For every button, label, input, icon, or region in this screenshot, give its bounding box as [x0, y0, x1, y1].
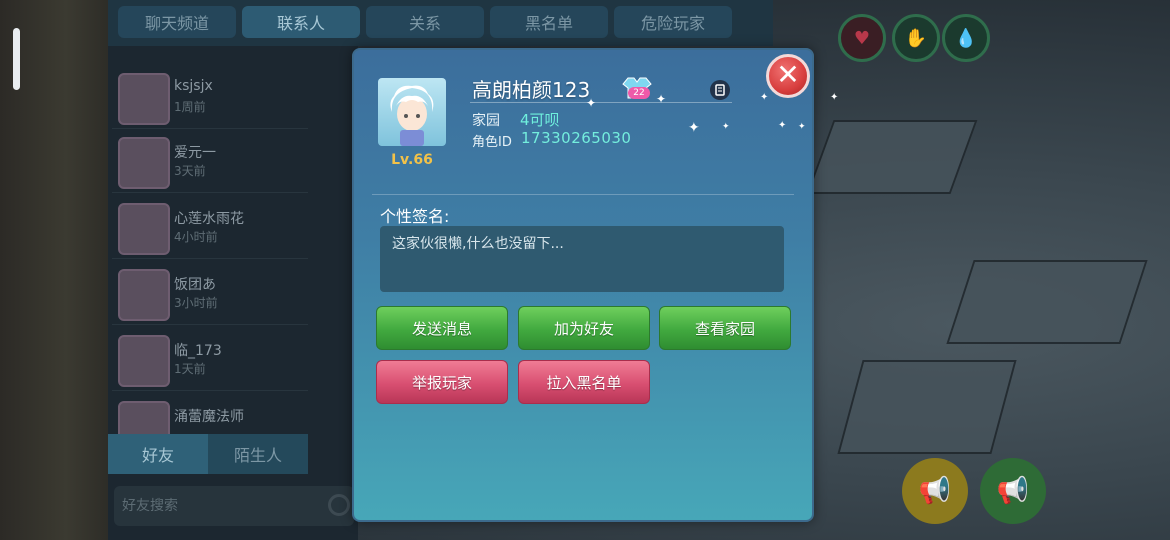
contact-item[interactable]: 饭团あ 3小时前: [112, 262, 308, 325]
heart-icon[interactable]: ♥: [838, 14, 886, 62]
contact-last-seen: 4小时前: [174, 230, 218, 244]
close-icon[interactable]: ✕: [766, 54, 810, 98]
tab-friends[interactable]: 好友: [108, 434, 208, 474]
contact-item[interactable]: 临_173 1天前: [112, 328, 308, 391]
contact-name: 涌蕾魔法师: [174, 409, 244, 425]
avatar: [118, 203, 170, 255]
sparkle-icon: ✦: [688, 120, 700, 136]
megaphone-icon[interactable]: 📢: [902, 458, 968, 524]
contact-last-seen: 1天前: [174, 362, 206, 376]
blacklist-button[interactable]: 拉入黑名单: [518, 360, 650, 404]
tab-strangers[interactable]: 陌生人: [208, 434, 308, 474]
player-level: Lv.66: [391, 152, 433, 168]
add-friend-button[interactable]: 加为好友: [518, 306, 650, 350]
contact-last-seen: 3小时前: [174, 296, 218, 310]
contact-item[interactable]: 爱元一 3天前: [112, 130, 308, 193]
avatar: [118, 137, 170, 189]
home-label: 家园: [472, 113, 500, 129]
friend-type-tabs: 好友 陌生人: [108, 434, 308, 474]
sparkle-icon: ✦: [760, 92, 769, 103]
floor-plate: [806, 120, 978, 194]
avatar: [118, 269, 170, 321]
tab-contacts[interactable]: 联系人: [242, 6, 360, 38]
contact-name: ksjsjx: [174, 78, 213, 94]
contact-name: 爱元一: [174, 145, 216, 161]
avatar: [118, 73, 170, 125]
search-icon[interactable]: [328, 494, 350, 516]
sparkle-icon: ✦: [798, 122, 806, 132]
section-divider: [372, 194, 794, 195]
signature-text: 这家伙很懒,什么也没留下...: [380, 226, 784, 292]
signature-title: 个性签名:: [380, 207, 450, 226]
contact-item[interactable]: 涌蕾魔法师: [112, 394, 308, 435]
view-home-button[interactable]: 查看家园: [659, 306, 791, 350]
vip-level-badge: 22: [628, 87, 650, 99]
drawer-pull-handle[interactable]: [13, 28, 20, 90]
copy-icon[interactable]: [710, 80, 730, 100]
tab-blacklist[interactable]: 黑名单: [490, 6, 608, 38]
avatar: [118, 335, 170, 387]
avatar[interactable]: [378, 78, 446, 146]
friend-search-input[interactable]: 好友搜索: [114, 486, 354, 526]
water-drop-icon[interactable]: 💧: [942, 14, 990, 62]
contact-item[interactable]: ksjsjx 1周前: [112, 66, 308, 129]
floor-plate: [837, 360, 1017, 454]
tab-relations[interactable]: 关系: [366, 6, 484, 38]
contact-last-seen: 3天前: [174, 164, 206, 178]
home-name: 4可呗: [520, 111, 560, 129]
hand-icon[interactable]: ✋: [892, 14, 940, 62]
social-top-tabs: 聊天频道 联系人 关系 黑名单 危险玩家: [108, 0, 773, 46]
report-player-button[interactable]: 举报玩家: [376, 360, 508, 404]
role-id-label: 角色ID: [472, 135, 512, 150]
sparkle-icon: ✦: [778, 120, 787, 131]
contact-last-seen: 1周前: [174, 100, 206, 114]
contact-name: 心莲水雨花: [174, 211, 244, 227]
sparkle-icon: ✦: [830, 92, 839, 103]
tab-dangerous-players[interactable]: 危险玩家: [614, 6, 732, 38]
floor-plate: [946, 260, 1148, 344]
megaphone-icon[interactable]: 📢: [980, 458, 1046, 524]
sparkle-icon: ✦: [586, 96, 597, 110]
name-underline: [470, 102, 732, 103]
contact-item[interactable]: 心莲水雨花 4小时前: [112, 196, 308, 259]
sparkle-icon: ✦: [722, 122, 730, 132]
send-message-button[interactable]: 发送消息: [376, 306, 508, 350]
role-id-value: 17330265030: [521, 129, 632, 147]
avatar: [118, 401, 170, 434]
tab-chat-channel[interactable]: 聊天频道: [118, 6, 236, 38]
player-name: 高朗柏颜123: [472, 78, 591, 102]
sparkle-icon: ✦: [656, 92, 667, 106]
contact-name: 饭团あ: [174, 277, 216, 293]
contact-name: 临_173: [174, 343, 222, 359]
